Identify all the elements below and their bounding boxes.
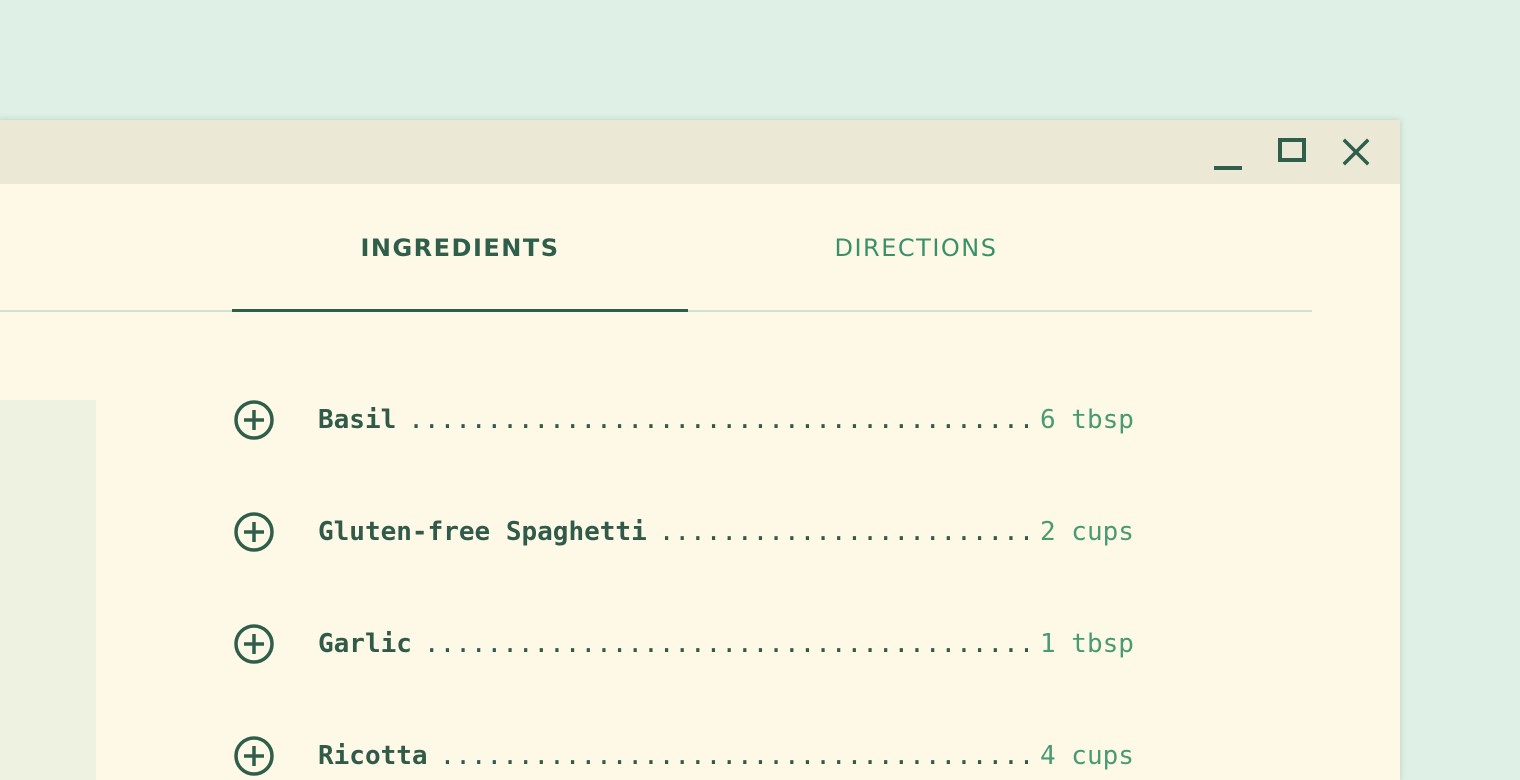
dot-leader: ........................................…: [408, 405, 1028, 435]
plus-circle-icon: [234, 736, 274, 776]
minimize-icon: [1214, 166, 1242, 170]
dot-leader: ........................................…: [423, 629, 1028, 659]
list-item: Garlic .................................…: [234, 624, 1154, 664]
ingredient-name: Basil: [318, 405, 397, 435]
ingredient-quantity: 2 cups: [1040, 517, 1134, 547]
add-ingredient-button[interactable]: [234, 736, 274, 776]
tab-bar: INGREDIENTS DIRECTIONS: [0, 184, 1312, 312]
ingredient-name: Gluten-free Spaghetti: [318, 517, 647, 547]
tab-directions[interactable]: DIRECTIONS: [688, 184, 1144, 312]
active-tab-indicator: [232, 309, 688, 312]
side-panel: [0, 400, 96, 780]
list-item: Gluten-free Spaghetti ..................…: [234, 512, 1154, 552]
plus-circle-icon: [234, 624, 274, 664]
add-ingredient-button[interactable]: [234, 512, 274, 552]
plus-circle-icon: [234, 400, 274, 440]
ingredient-name: Garlic: [318, 629, 412, 659]
ingredient-quantity: 6 tbsp: [1040, 405, 1134, 435]
ingredient-name: Ricotta: [318, 741, 428, 771]
tab-ingredients[interactable]: INGREDIENTS: [232, 184, 688, 312]
title-bar: [0, 120, 1400, 184]
add-ingredient-button[interactable]: [234, 400, 274, 440]
minimize-button[interactable]: [1204, 128, 1252, 176]
list-item: Ricotta ................................…: [234, 736, 1154, 776]
maximize-icon: [1278, 138, 1306, 162]
add-ingredient-button[interactable]: [234, 624, 274, 664]
ingredient-quantity: 4 cups: [1040, 741, 1134, 771]
maximize-button[interactable]: [1268, 128, 1316, 176]
recipe-window: INGREDIENTS DIRECTIONS Basil ...........…: [0, 120, 1400, 780]
list-item: Basil ..................................…: [234, 400, 1154, 440]
dot-leader: ........................................…: [658, 517, 1028, 547]
dot-leader: ........................................…: [439, 741, 1028, 771]
close-button[interactable]: [1332, 128, 1380, 176]
close-icon: [1342, 138, 1370, 166]
plus-circle-icon: [234, 512, 274, 552]
ingredient-quantity: 1 tbsp: [1040, 629, 1134, 659]
